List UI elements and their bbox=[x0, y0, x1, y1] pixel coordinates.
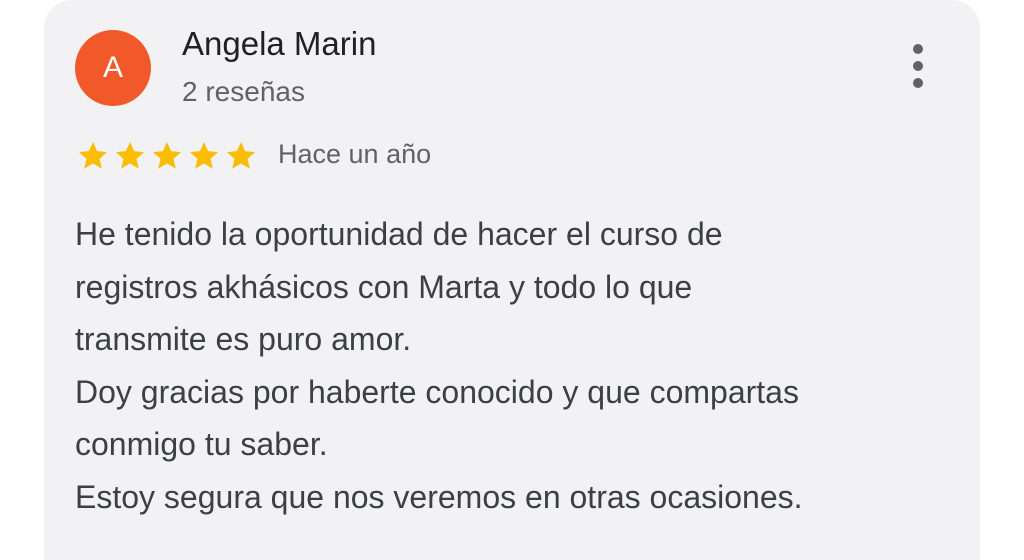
review-time: Hace un año bbox=[278, 139, 432, 169]
review-text-line: conmigo tu saber. bbox=[75, 426, 328, 462]
star-icon bbox=[152, 142, 182, 169]
review-text-line: registros akhásicos con Marta y todo lo … bbox=[75, 268, 693, 305]
avatar[interactable]: A bbox=[75, 30, 151, 106]
review-text-line: transmite es puro amor. bbox=[75, 321, 412, 357]
star-icon bbox=[189, 142, 219, 169]
more-vertical-icon bbox=[913, 78, 923, 88]
review-count: 2 reseñas bbox=[182, 76, 305, 107]
more-options-button[interactable] bbox=[898, 40, 938, 92]
review-text-line: Doy gracias por haberte conocido y que c… bbox=[75, 373, 799, 410]
more-vertical-icon bbox=[913, 44, 923, 54]
more-vertical-icon bbox=[913, 61, 923, 71]
star-icon bbox=[78, 142, 108, 169]
author-name[interactable]: Angela Marin bbox=[182, 25, 376, 63]
review-text-line: He tenido la oportunidad de hacer el cur… bbox=[75, 216, 723, 252]
star-icon bbox=[226, 142, 256, 169]
star-rating bbox=[76, 139, 258, 173]
star-icon bbox=[115, 142, 145, 169]
review-text-line: Estoy segura que nos veremos en otras oc… bbox=[75, 478, 803, 515]
avatar-letter: A bbox=[102, 51, 123, 84]
review-text: He tenido la oportunidad de hacer el cur… bbox=[75, 208, 955, 523]
